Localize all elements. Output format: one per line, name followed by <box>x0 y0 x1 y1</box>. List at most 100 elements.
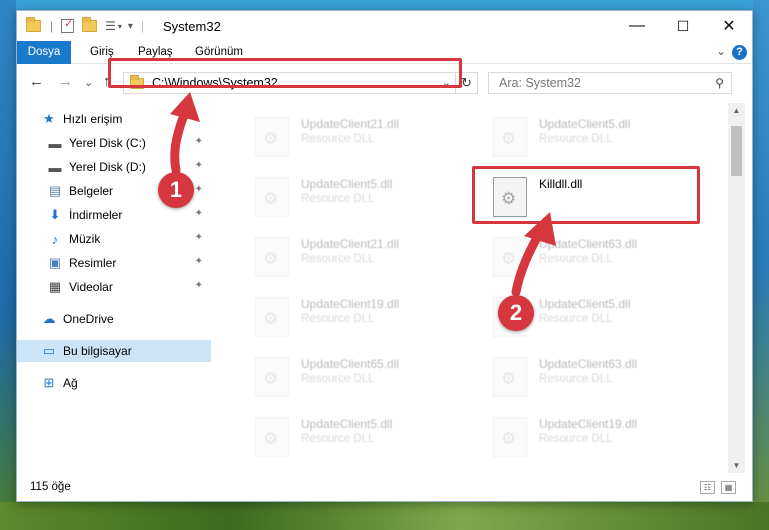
sidebar-item-label: OneDrive <box>63 312 114 326</box>
dll-file-icon <box>493 117 527 157</box>
sidebar-item-label: Bu bilgisayar <box>63 344 132 358</box>
file-item[interactable]: UpdateClient19.dll Resource DLL <box>255 291 485 341</box>
file-item[interactable]: UpdateClient19.dll Resource DLL <box>493 411 723 461</box>
address-bar-highlight <box>108 58 462 88</box>
sidebar-item-label: Belgeler <box>69 184 114 198</box>
file-name: UpdateClient19.dll <box>301 297 400 311</box>
videos-icon: ▦ <box>48 279 62 294</box>
window-title: System32 <box>163 19 221 34</box>
recent-locations-button[interactable]: ⌄ <box>84 76 93 89</box>
sidebar-item-label: Yerel Disk (D:) <box>69 160 146 174</box>
dll-file-icon <box>255 237 289 277</box>
computer-icon: ▭ <box>42 343 56 358</box>
large-icons-view-icon[interactable]: ▦ <box>721 481 736 494</box>
file-description: Resource DLL <box>539 373 613 385</box>
pin-icon: ✦ <box>194 208 203 219</box>
download-icon: ⬇ <box>49 207 61 222</box>
status-bar: 115 öğe ☷ ▦ <box>17 475 752 501</box>
file-description: Resource DLL <box>539 433 613 445</box>
details-view-icon[interactable]: ☷ <box>700 481 715 494</box>
sidebar-item[interactable]: ⊞ Ağ <box>17 372 211 394</box>
desktop-background-right <box>753 0 769 530</box>
file-list: UpdateClient21.dllResource DLLUpdateClie… <box>213 103 728 473</box>
toolbar-separator: | <box>140 19 145 33</box>
maximize-button[interactable]: ☐ <box>660 11 706 41</box>
documents-icon: ▤ <box>48 183 62 198</box>
file-name: UpdateClient5.dll <box>539 297 631 311</box>
pictures-icon: ▣ <box>48 255 62 270</box>
forward-button[interactable]: → <box>58 73 73 90</box>
sidebar-item[interactable]: ▬ Yerel Disk (C:) ✦ <box>17 132 211 154</box>
dll-file-icon <box>255 297 289 337</box>
sidebar-item-label: Yerel Disk (C:) <box>69 136 146 150</box>
file-name: UpdateClient65.dll <box>301 357 400 371</box>
ribbon-collapse-icon[interactable]: ⌄ <box>716 44 726 58</box>
pin-icon: ✦ <box>194 160 203 171</box>
help-icon[interactable]: ? <box>732 45 747 60</box>
quick-access-dropdown-icon[interactable]: ▾ <box>128 21 133 32</box>
desktop-background-left <box>0 0 16 530</box>
file-item[interactable]: UpdateClient65.dll Resource DLL <box>255 351 485 401</box>
chevron-down-icon[interactable]: ▾ <box>118 22 122 31</box>
minimize-button[interactable]: — <box>614 11 660 41</box>
pin-icon: ✦ <box>194 280 203 291</box>
scroll-up-icon[interactable]: ▲ <box>728 106 745 115</box>
pin-icon: ✦ <box>194 136 203 147</box>
drive-icon: ▬ <box>48 159 62 175</box>
file-description: Resource DLL <box>539 133 613 145</box>
sidebar-item[interactable]: ☁ OneDrive <box>17 308 211 330</box>
vertical-scrollbar[interactable]: ▲ ▼ <box>728 103 745 473</box>
file-description: Resource DLL <box>301 253 375 265</box>
file-description: Resource DLL <box>539 253 613 265</box>
customize-toolbar-icon[interactable]: ☰ <box>105 19 116 33</box>
search-icon[interactable]: ⚲ <box>715 76 724 90</box>
file-item[interactable]: UpdateClient21.dll Resource DLL <box>255 231 485 281</box>
file-name: UpdateClient5.dll <box>301 417 393 431</box>
sidebar-item-label: İndirmeler <box>69 208 123 222</box>
pin-icon: ✦ <box>194 184 203 195</box>
file-item[interactable]: UpdateClient63.dll Resource DLL <box>493 231 723 281</box>
quick-access-toolbar: | ✓ ☰ ▾ ▾ | <box>26 17 145 34</box>
dll-file-icon <box>493 237 527 277</box>
sidebar-item[interactable]: ★ Hızlı erişim <box>17 108 211 130</box>
properties-icon[interactable]: ✓ <box>61 18 75 33</box>
file-description: Resource DLL <box>301 313 375 325</box>
new-folder-icon[interactable] <box>82 17 98 32</box>
dll-file-icon <box>493 357 527 397</box>
folder-icon <box>26 17 41 32</box>
toolbar-separator: | <box>50 19 54 33</box>
search-box[interactable]: Ara: System32 ⚲ <box>488 72 732 94</box>
scroll-thumb[interactable] <box>731 126 742 176</box>
file-name: UpdateClient21.dll <box>301 117 400 131</box>
close-button[interactable]: ✕ <box>706 11 752 41</box>
sidebar-item[interactable]: ▣ Resimler ✦ <box>17 252 211 274</box>
star-icon: ★ <box>43 111 55 126</box>
file-item[interactable]: UpdateClient5.dll Resource DLL <box>255 411 485 461</box>
file-name: UpdateClient21.dll <box>301 237 400 251</box>
file-item[interactable]: UpdateClient21.dll Resource DLL <box>255 111 485 161</box>
scroll-down-icon[interactable]: ▼ <box>728 461 745 470</box>
dll-file-icon <box>255 357 289 397</box>
sidebar-item[interactable]: ▦ Videolar ✦ <box>17 276 211 298</box>
sidebar-item[interactable]: ♪ Müzik ✦ <box>17 228 211 250</box>
file-item[interactable]: UpdateClient63.dll Resource DLL <box>493 351 723 401</box>
file-highlight <box>472 166 700 224</box>
search-input[interactable]: Ara: System32 <box>499 76 581 90</box>
dll-file-icon <box>493 417 527 457</box>
pin-icon: ✦ <box>194 232 203 243</box>
file-description: Resource DLL <box>301 193 375 205</box>
tab-file[interactable]: Dosya <box>17 41 71 64</box>
file-item[interactable]: UpdateClient5.dll Resource DLL <box>255 171 485 221</box>
dll-file-icon <box>255 177 289 217</box>
desktop-background-bottom <box>0 502 769 530</box>
sidebar-item-label: Hızlı erişim <box>63 112 123 126</box>
file-item[interactable]: UpdateClient5.dll Resource DLL <box>493 111 723 161</box>
callout-1: 1 <box>158 172 194 208</box>
file-description: Resource DLL <box>539 313 613 325</box>
file-name: UpdateClient63.dll <box>539 237 638 251</box>
item-count: 115 öğe <box>30 481 71 493</box>
back-button[interactable]: ← <box>29 73 44 90</box>
sidebar-item[interactable]: ⬇ İndirmeler ✦ <box>17 204 211 226</box>
sidebar-item[interactable]: ▭ Bu bilgisayar <box>17 340 211 362</box>
sidebar-item-label: Ağ <box>63 376 78 390</box>
